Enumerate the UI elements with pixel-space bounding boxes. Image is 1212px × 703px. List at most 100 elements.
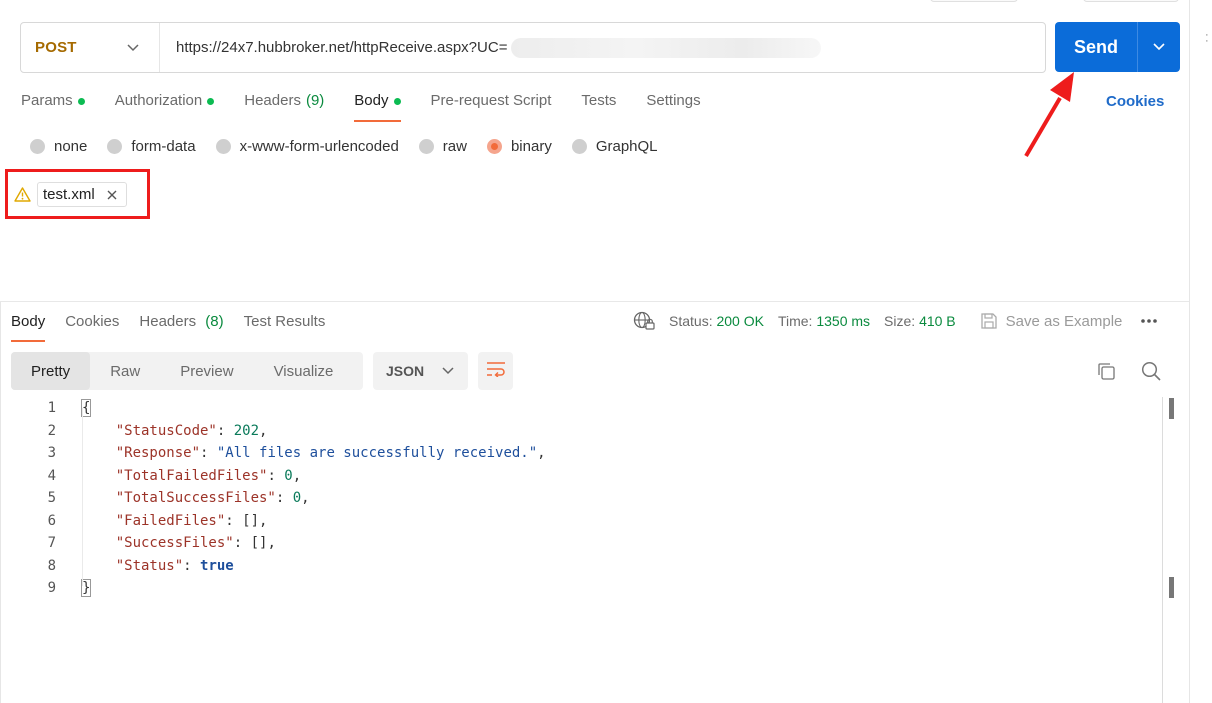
chevron-down-icon xyxy=(1153,38,1165,56)
save-example-label: Save as Example xyxy=(1005,312,1123,330)
radio-none[interactable]: none xyxy=(30,138,87,155)
toolbar-button-partial[interactable] xyxy=(1083,0,1179,2)
url-redacted-part xyxy=(511,37,822,58)
code-text: "Response": "All files are successfully … xyxy=(115,445,546,461)
status-dot xyxy=(77,98,85,105)
wrap-lines-icon xyxy=(486,361,506,382)
method-label: POST xyxy=(35,39,77,56)
tab-label: Test Results xyxy=(243,313,326,330)
view-mode-toggle: Pretty Raw Preview Visualize xyxy=(11,352,363,390)
radio-label: GraphQL xyxy=(595,138,658,155)
save-as-example-button[interactable]: Save as Example xyxy=(980,312,1123,330)
radio-label: none xyxy=(54,138,88,155)
code-text: "SuccessFiles": [], xyxy=(115,535,276,551)
format-label: JSON xyxy=(386,363,425,379)
code-text: "TotalSuccessFiles": 0, xyxy=(115,490,310,506)
body-type-radios: none form-data x-www-form-urlencoded raw… xyxy=(30,138,678,155)
indent-guide xyxy=(82,408,83,586)
tab-headers[interactable]: Headers (9) xyxy=(244,92,324,122)
editor-scrollbar[interactable] xyxy=(1162,397,1163,703)
copy-icon[interactable] xyxy=(1097,362,1116,381)
request-tabs: Params Authorization Headers (9) Body Pre… xyxy=(21,92,731,122)
panel-divider xyxy=(1189,0,1190,703)
close-icon[interactable] xyxy=(107,190,117,200)
tab-label: Body xyxy=(11,313,46,330)
status-dot xyxy=(207,98,215,105)
wrap-lines-button[interactable] xyxy=(478,352,513,390)
search-icon[interactable] xyxy=(1141,361,1161,381)
selected-file: test.xml xyxy=(14,182,127,207)
tab-params[interactable]: Params xyxy=(21,92,85,122)
code-line: 7 "SuccessFiles": [], xyxy=(0,532,276,554)
file-name: test.xml xyxy=(43,186,95,203)
response-meta: Status: 200 OK Time: 1350 ms Size: 410 B… xyxy=(633,311,1158,331)
line-number: 1 xyxy=(47,400,56,416)
tab-label: Settings xyxy=(646,92,701,109)
line-number: 4 xyxy=(47,467,56,484)
radio-label: form-data xyxy=(131,138,196,155)
code-text: { xyxy=(80,399,92,417)
warning-icon xyxy=(14,187,31,202)
more-options-icon[interactable] xyxy=(1140,318,1158,324)
response-tab-body[interactable]: Body xyxy=(11,313,46,342)
line-number: 3 xyxy=(47,445,56,461)
toolbar-button-partial[interactable] xyxy=(930,0,1018,2)
tab-label: Headers xyxy=(139,313,197,330)
line-number: 5 xyxy=(47,490,56,506)
view-preview[interactable]: Preview xyxy=(160,352,253,390)
tab-pre-request-script[interactable]: Pre-request Script xyxy=(431,92,552,122)
size-label: Size: xyxy=(884,313,916,329)
response-tab-cookies[interactable]: Cookies xyxy=(65,313,119,342)
radio-circle xyxy=(30,139,45,154)
code-text: "FailedFiles": [], xyxy=(115,512,268,529)
scrollbar-marker xyxy=(1169,577,1174,598)
radio-circle xyxy=(571,139,587,154)
view-raw[interactable]: Raw xyxy=(90,352,160,390)
radio-binary[interactable]: binary xyxy=(486,138,552,155)
time-info: Time: 1350 ms xyxy=(778,313,870,329)
chevron-down-icon xyxy=(127,43,139,52)
line-number: 6 xyxy=(47,512,56,529)
response-tab-test-results[interactable]: Test Results xyxy=(244,313,326,342)
view-visualize[interactable]: Visualize xyxy=(254,352,354,390)
tab-label: Headers xyxy=(244,92,301,109)
time-value: 1350 ms xyxy=(816,313,871,329)
tab-label: Cookies xyxy=(65,313,120,330)
view-pretty[interactable]: Pretty xyxy=(11,352,91,390)
tab-label: Pre-request Script xyxy=(430,92,552,109)
radio-x-www-form-urlencoded[interactable]: x-www-form-urlencoded xyxy=(215,138,399,155)
format-dropdown[interactable]: JSON xyxy=(373,352,468,390)
annotation-arrow xyxy=(1020,72,1080,167)
network-globe-icon[interactable] xyxy=(633,311,655,331)
scrollbar-marker xyxy=(1169,398,1174,419)
cookies-link[interactable]: Cookies xyxy=(1106,93,1164,110)
tab-settings[interactable]: Settings xyxy=(646,92,700,122)
status-info: Status: 200 OK xyxy=(669,313,764,329)
radio-graphql[interactable]: GraphQL xyxy=(571,138,658,155)
status-dot xyxy=(393,98,401,105)
response-code-editor[interactable]: 1{2 "StatusCode": 202, 3 "Response": "All… xyxy=(0,397,1170,703)
line-number: 8 xyxy=(47,557,56,574)
code-line: 8 "Status": true xyxy=(0,555,234,577)
radio-circle-checked xyxy=(486,139,502,154)
radio-circle xyxy=(107,139,123,154)
response-tab-headers[interactable]: Headers (8) xyxy=(139,313,223,342)
send-button[interactable]: Send xyxy=(1055,22,1138,72)
side-menu-icon[interactable]: · · xyxy=(1205,30,1209,47)
tab-tests[interactable]: Tests xyxy=(581,92,616,122)
method-dropdown[interactable]: POST xyxy=(21,23,160,72)
tab-count: (9) xyxy=(305,92,325,109)
radio-form-data[interactable]: form-data xyxy=(107,138,196,155)
radio-circle xyxy=(215,139,231,154)
radio-raw[interactable]: raw xyxy=(418,138,467,155)
status-value: 200 OK xyxy=(716,313,764,329)
tab-label: Body xyxy=(354,92,389,109)
tab-body[interactable]: Body xyxy=(354,92,401,122)
tab-authorization[interactable]: Authorization xyxy=(115,92,215,122)
send-options-button[interactable] xyxy=(1138,22,1180,72)
line-number: 2 xyxy=(47,422,56,439)
code-line: 1{ xyxy=(0,397,92,419)
radio-label: x-www-form-urlencoded xyxy=(239,138,399,155)
radio-circle xyxy=(418,139,434,154)
url-input[interactable]: https://24x7.hubbroker.net/httpReceive.a… xyxy=(160,39,507,56)
